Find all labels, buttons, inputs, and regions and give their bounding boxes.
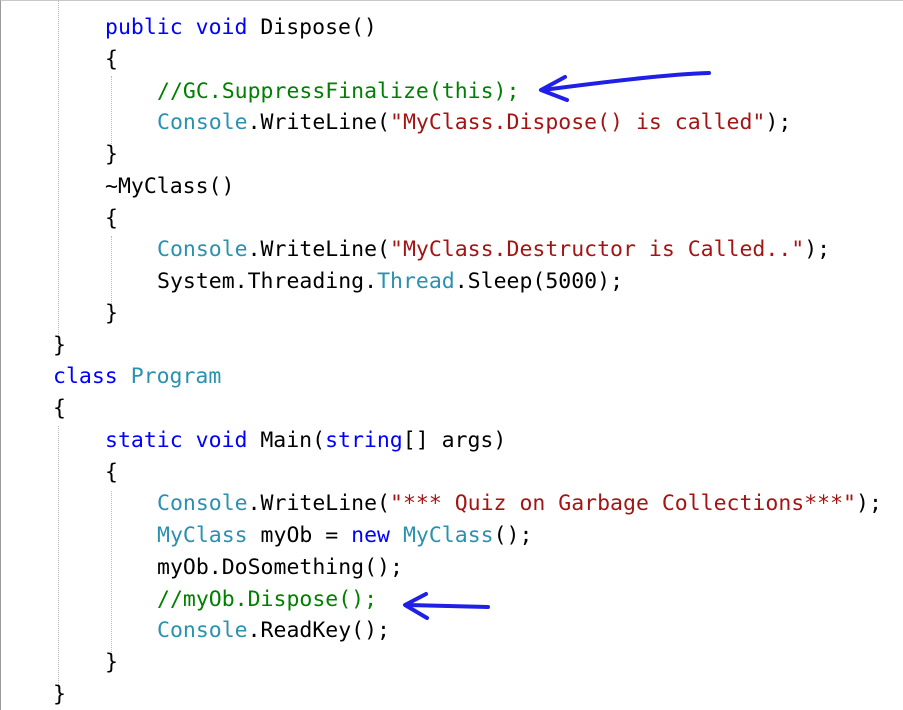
code-token: ); [804,237,831,263]
code-line: { [105,203,118,235]
code-line: //GC.SuppressFinalize(this); [157,76,519,108]
indent-guide-outer [58,1,59,346]
code-token: } [105,650,118,675]
code-token: Console [157,237,248,263]
code-token: ~MyClass() [105,173,235,199]
code-token: } [105,300,118,326]
code-line: } [53,330,66,362]
code-editor[interactable]: public void Dispose(){//GC.SuppressFinal… [0,0,903,710]
code-token: { [105,459,118,485]
code-token: ); [856,491,882,517]
code-token: } [53,332,66,358]
code-line: } [105,139,118,171]
code-line: System.Threading.Thread.Sleep(5000); [157,266,623,298]
code-token: Console [157,110,248,136]
code-token: System.Threading. [157,269,378,294]
code-line: Console.WriteLine("*** Quiz on Garbage C… [157,488,882,520]
blue-hand-drawn-arrow-icon [539,71,711,102]
code-token: .Sleep(5000); [454,269,624,294]
code-token: (); [493,523,533,548]
code-line: } [53,679,66,710]
code-line: class Program [53,361,221,393]
code-token: myOb.DoSomething(); [157,554,403,580]
code-token: MyClass [157,523,248,548]
code-token: Main( [247,427,326,453]
code-line: } [105,298,118,330]
code-token: static [105,427,183,453]
code-token: Console [157,618,248,644]
indent-guide-dispose [111,76,112,146]
code-token: .WriteLine( [247,491,390,517]
code-token: Dispose() [247,15,377,40]
code-line: //myOb.Dispose(); [157,584,377,616]
code-token: ); [765,110,792,136]
code-token: string [325,427,403,453]
code-line: public void Dispose() [105,12,377,44]
code-line: ~MyClass() [105,171,234,203]
code-token: .ReadKey(); [247,618,390,644]
code-token: .WriteLine( [247,110,390,136]
code-line: Console.ReadKey(); [157,615,390,647]
code-token: void [195,427,248,453]
blue-hand-drawn-arrow-icon [403,592,490,620]
code-token: } [53,681,66,707]
code-token: Program [130,364,222,390]
code-line: myOb.DoSomething(); [157,552,403,584]
code-token: Thread [377,269,455,294]
code-line: } [105,647,118,679]
code-token: void [195,15,248,40]
code-token: } [105,142,118,167]
code-line: Console.WriteLine("MyClass.Destructor is… [157,234,830,266]
code-line: MyClass myOb = new MyClass(); [157,520,532,552]
code-token: { [105,205,118,231]
code-token: public [105,15,183,40]
code-token: .WriteLine( [247,237,390,263]
indent-guide-destructor [111,236,112,306]
code-line: { [105,457,118,489]
code-token: { [105,46,118,72]
code-token: new [351,523,391,548]
code-line: { [53,393,66,425]
code-token: [] args) [402,427,507,453]
code-token: { [53,396,66,421]
code-token: Console [157,491,248,517]
code-line: { [105,44,118,76]
indent-guide-program [58,426,59,691]
indent-guide-main [111,491,112,656]
code-token: "*** Quiz on Garbage Collections***" [390,491,856,517]
code-token: MyClass [402,523,494,548]
code-token: "MyClass.Destructor is Called.." [390,237,805,263]
code-line: Console.WriteLine("MyClass.Dispose() is … [157,107,791,139]
code-token: class [53,364,118,390]
code-token: //myOb.Dispose(); [157,586,378,612]
code-line: static void Main(string[] args) [105,425,506,457]
code-token: myOb = [247,523,352,548]
code-token: "MyClass.Dispose() is called" [390,110,766,136]
code-token: //GC.SuppressFinalize(this); [157,78,520,104]
